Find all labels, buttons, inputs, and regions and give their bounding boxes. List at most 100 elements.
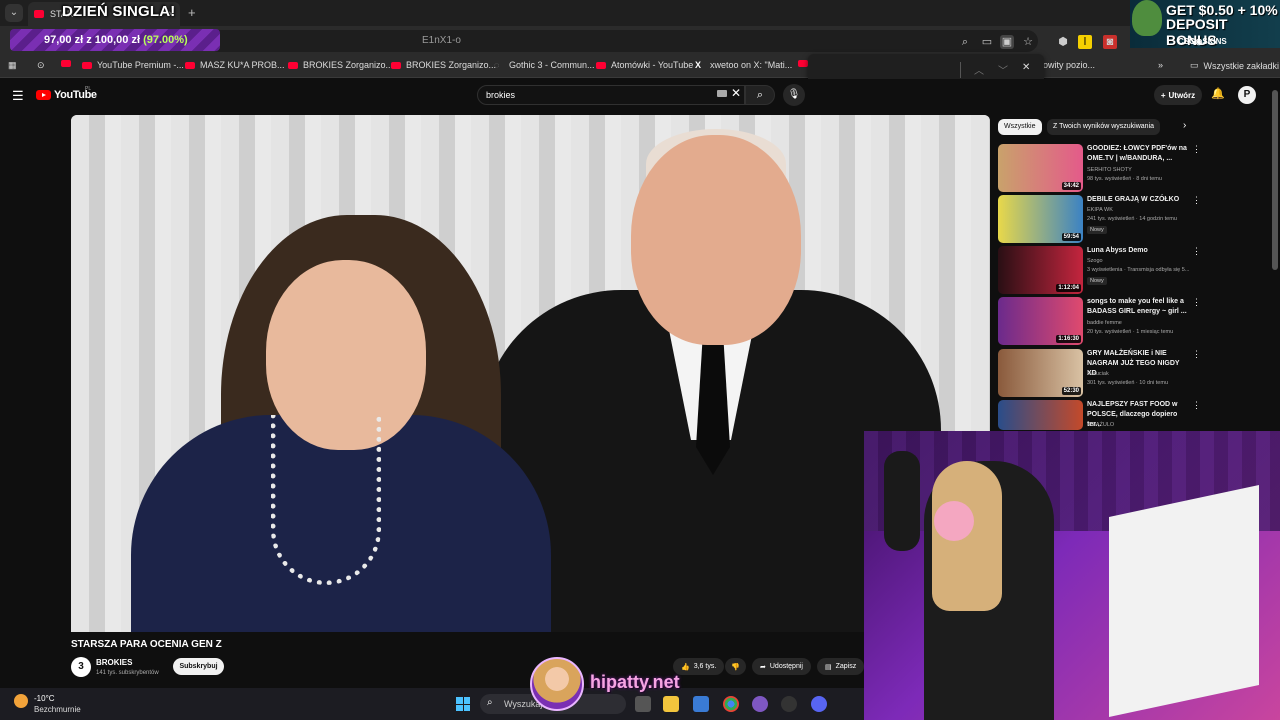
youtube-icon xyxy=(391,61,401,69)
bookmark-item[interactable]: BROKIES Zorganizo... xyxy=(288,60,393,70)
windows-start-icon[interactable] xyxy=(456,697,470,711)
subscribe-button[interactable]: Subskrybuj xyxy=(173,658,224,675)
discord-icon[interactable] xyxy=(811,696,827,712)
notifications-bell-icon[interactable]: 🔔 xyxy=(1211,87,1225,100)
video-thumbnail[interactable]: 52:30 xyxy=(998,349,1083,397)
extension-red-icon[interactable]: ◙ xyxy=(1103,35,1117,49)
recommendation-item[interactable]: 59:54 DEBILE GRAJĄ W CZÓŁKO EKIPA WK 241… xyxy=(998,195,1201,243)
chevron-right-icon[interactable]: › xyxy=(1183,120,1186,131)
store-icon[interactable] xyxy=(693,696,709,712)
share-icon: ➦ xyxy=(760,663,766,671)
new-tab-button[interactable]: + xyxy=(188,5,196,20)
share-button[interactable]: ➦ Udostępnij xyxy=(752,658,811,675)
search-button[interactable]: ⌕ xyxy=(745,85,775,105)
bookmark-label: BROKIES Zorganizo... xyxy=(406,60,497,70)
keyboard-icon[interactable] xyxy=(717,90,727,97)
recommendation-title[interactable]: DEBILE GRAJĄ W CZÓŁKO xyxy=(1087,195,1187,205)
more-options-icon[interactable]: ⋮ xyxy=(1192,195,1201,206)
plus-icon: + xyxy=(1160,90,1166,100)
file-explorer-icon[interactable] xyxy=(663,696,679,712)
video-thumbnail[interactable]: 1:12:04 xyxy=(998,246,1083,294)
bookmark-item[interactable]: BROKIES Zorganizo... xyxy=(391,60,496,70)
bookmark-item[interactable]: ◌ Gothic 3 - Commun... xyxy=(494,60,595,70)
channel-avatar[interactable]: 3 xyxy=(71,657,91,677)
all-bookmarks[interactable]: ▭ Wszystkie zakładki xyxy=(1190,60,1279,71)
tab-search-button[interactable]: ⌄ xyxy=(5,4,23,22)
bookmark-label: BROKIES Zorganizo... xyxy=(303,60,394,70)
recommendation-channel[interactable]: Naruciak xyxy=(1087,371,1109,377)
recommendation-item[interactable]: 34:42 GOODIEZ: ŁOWCY PDF'ów na OME.TV | … xyxy=(998,144,1201,192)
thumbs-down-icon: 👎 xyxy=(731,663,740,671)
more-options-icon[interactable]: ⋮ xyxy=(1192,297,1201,308)
bookmarks-overflow-icon[interactable]: » xyxy=(1158,60,1163,70)
steam-taskbar-icon[interactable] xyxy=(781,696,797,712)
bookmark-item[interactable]: MASZ KU*A PROB... xyxy=(185,60,285,70)
zoom-icon[interactable]: ⌕ xyxy=(958,35,972,49)
voice-search-icon[interactable]: 🎙 xyxy=(783,84,805,106)
cast-icon[interactable]: ▭ xyxy=(980,35,994,49)
recommendation-item[interactable]: 52:30 GRY MAŁŻEŃSKIE i NIE NAGRAM JUŻ TE… xyxy=(998,349,1201,397)
bookmark-item[interactable]: Xxwetoo on X: "Mati... xyxy=(695,60,792,70)
find-close-icon[interactable]: ✕ xyxy=(1022,62,1030,73)
bookmark-youtube[interactable] xyxy=(61,60,71,67)
weather-moon-icon[interactable] xyxy=(14,694,28,708)
chip-from-search[interactable]: Z Twoich wyników wyszukiwania xyxy=(1047,119,1161,135)
youtube-icon xyxy=(596,61,606,69)
more-options-icon[interactable]: ⋮ xyxy=(1192,246,1201,257)
chrome-icon[interactable] xyxy=(723,696,739,712)
video-thumbnail[interactable]: 59:54 xyxy=(998,195,1083,243)
task-view-icon[interactable] xyxy=(635,696,651,712)
save-button[interactable]: ▤ Zapisz xyxy=(817,658,864,675)
recommendation-title[interactable]: songs to make you feel like a BADASS GIR… xyxy=(1087,297,1187,317)
video-player[interactable] xyxy=(71,115,990,632)
recommendation-title[interactable]: GOODIEZ: ŁOWCY PDF'ów na OME.TV | w/BAND… xyxy=(1087,144,1187,164)
page-scrollbar[interactable] xyxy=(1272,90,1278,270)
menu-icon[interactable]: ☰ xyxy=(12,88,24,104)
recommendation-item[interactable]: 1:12:04 Luna Abyss Demo Szogo 3 wyświetl… xyxy=(998,246,1201,294)
more-options-icon[interactable]: ⋮ xyxy=(1192,144,1201,155)
find-previous-icon[interactable]: ︿ xyxy=(974,62,984,77)
recommendation-item[interactable]: NAJLEPSZY FAST FOOD w POLSCE, dlaczego d… xyxy=(998,400,1201,430)
chip-all[interactable]: Wszystkie xyxy=(998,119,1042,135)
recommendation-channel[interactable]: EKIPA WK xyxy=(1087,207,1113,213)
video-thumbnail[interactable]: 34:42 xyxy=(998,144,1083,192)
more-options-icon[interactable]: ⋮ xyxy=(1192,349,1201,360)
recommendation-meta: 241 tys. wyświetleń · 14 godzin temu xyxy=(1087,216,1177,222)
url-field[interactable]: E1nX1-o xyxy=(208,30,1038,52)
app-circle-icon[interactable] xyxy=(752,696,768,712)
extension-icon[interactable]: ⬢ xyxy=(1056,35,1070,49)
save-playlist-icon: ▤ xyxy=(825,663,832,671)
weather-temperature[interactable]: -10°C xyxy=(34,694,55,703)
find-next-icon[interactable]: ﹀ xyxy=(998,62,1008,77)
bookmark-item[interactable]: YouTube Premium -... xyxy=(82,60,184,70)
more-options-icon[interactable]: ⋮ xyxy=(1192,400,1201,411)
search-input[interactable]: brokies xyxy=(477,85,745,105)
apps-grid-icon[interactable]: ▦ xyxy=(8,60,17,71)
bookmark-globe-icon[interactable]: ⊙ xyxy=(37,60,45,71)
like-button[interactable]: 👍 3,6 tys. xyxy=(673,658,725,675)
subscriber-count: 141 tys. subskrybentów xyxy=(96,670,159,676)
bookmark-youtube[interactable] xyxy=(798,60,808,67)
recommendation-channel[interactable]: SERHITO SHOTY xyxy=(1087,167,1132,173)
account-avatar[interactable]: P xyxy=(1238,86,1256,104)
video-thumbnail[interactable] xyxy=(998,400,1083,430)
create-button[interactable]: + Utwórz xyxy=(1154,85,1202,105)
recommendation-title[interactable]: Luna Abyss Demo xyxy=(1087,246,1187,256)
recommendation-channel[interactable]: baddie femme xyxy=(1087,320,1122,326)
bookmark-item[interactable]: owity pozio... xyxy=(1043,60,1095,70)
recommendation-item[interactable]: 1:16:30 songs to make you feel like a BA… xyxy=(998,297,1201,345)
youtube-icon xyxy=(288,61,298,69)
recommendation-channel[interactable]: KSIĄŻULO xyxy=(1087,422,1114,428)
channel-name[interactable]: BROKIES xyxy=(96,658,132,667)
recommendation-channel[interactable]: Szogo xyxy=(1087,258,1103,264)
bookmark-star-icon[interactable]: ☆ xyxy=(1021,35,1035,49)
clear-search-icon[interactable]: ✕ xyxy=(731,86,741,100)
install-app-icon[interactable]: ▣ xyxy=(1000,35,1014,49)
dislike-button[interactable]: 👎 xyxy=(725,658,746,675)
extension-yellow-icon[interactable]: l xyxy=(1078,35,1092,49)
bookmark-item[interactable]: Atomówki - YouTube xyxy=(596,60,693,70)
video-thumbnail[interactable]: 1:16:30 xyxy=(998,297,1083,345)
weather-description[interactable]: Bezchmurnie xyxy=(34,705,81,714)
video-frame-man-face xyxy=(631,135,801,345)
recommendation-meta: 3 wyświetlenia · Transmisja odbyła się 5… xyxy=(1087,267,1190,273)
